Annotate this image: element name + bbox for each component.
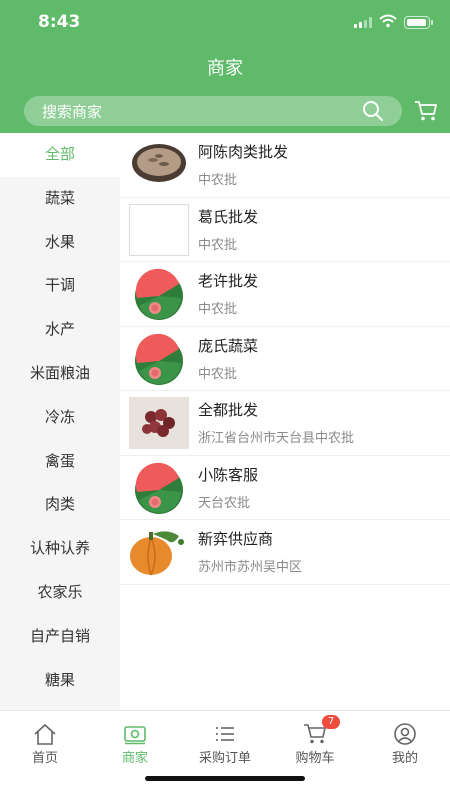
merchant-location: 中农批 (198, 366, 238, 382)
merchant-location: 中农批 (198, 302, 238, 317)
sidebar-item[interactable]: 水果 (0, 221, 120, 265)
merchant-thumbnail (129, 397, 189, 449)
signal-icon (354, 17, 372, 28)
cart-icon[interactable] (414, 100, 438, 122)
merchant-row[interactable]: 新弈供应商苏州市苏州吴中区 (120, 520, 450, 585)
merchant-location: 天台农批 (198, 495, 251, 511)
search-icon[interactable] (362, 100, 384, 122)
profile-icon (393, 723, 417, 745)
merchant-thumbnail (129, 526, 189, 578)
home-indicator (145, 776, 305, 781)
merchant-name: 老许批发 (198, 272, 259, 290)
merchant-row[interactable]: 小陈客服 天台农批 (120, 456, 450, 520)
sidebar-item[interactable]: 自产自销 (0, 615, 120, 659)
tab-list[interactable]: 采购订单 (180, 711, 270, 771)
tab-home[interactable]: 首页 (0, 711, 90, 771)
sidebar-item[interactable]: 米面粮油 (0, 352, 120, 396)
tab-label: 商家 (121, 751, 148, 766)
shop-icon (123, 723, 147, 745)
search-input[interactable]: 搜索商家 (24, 96, 402, 126)
merchant-name: 新弈供应商 (198, 530, 274, 548)
sidebar-item[interactable]: 农家乐 (0, 571, 120, 615)
tab-profile[interactable]: 我的 (360, 711, 450, 771)
category-sidebar: 全部 蔬菜 水果 干调 水产 米面粮油 冷冻 禽蛋 肉类 认种认养 农家乐 自产自销 糖果 (0, 133, 120, 710)
merchant-row[interactable]: 全都批发浙江省台州市天台县中农批 (120, 391, 450, 456)
merchant-thumbnail (129, 332, 189, 385)
merchant-thumbnail (129, 203, 189, 256)
merchant-location: 浙江省台州市天台县中农批 (198, 431, 355, 446)
tab-label: 购物车 (295, 751, 335, 766)
merchant-thumbnail (129, 268, 189, 320)
sidebar-item[interactable]: 干调 (0, 264, 120, 308)
sidebar-item[interactable]: 糖果 (0, 659, 120, 703)
page-title: 商家 (207, 58, 243, 79)
wifi-icon (379, 14, 397, 28)
bottom-tab-bar: 首页 商家 采购订单 购物车 7 我的 (0, 710, 450, 800)
sidebar-item[interactable]: 冷冻 (0, 396, 120, 440)
merchant-name: 葛氏批发 (198, 207, 259, 226)
sidebar-item[interactable]: 认种认养 (0, 527, 120, 571)
merchant-name: 庞氏蔬菜 (198, 336, 259, 355)
sidebar-item[interactable]: 全部 (0, 133, 120, 177)
merchant-location: 中农批 (198, 173, 238, 188)
status-bar: 8:43 (0, 0, 450, 44)
merchant-row[interactable]: 老许批发 中农批 (120, 262, 450, 327)
merchant-name: 小陈客服 (198, 465, 259, 484)
cart-count-badge: 7 (322, 715, 340, 729)
search-placeholder: 搜索商家 (42, 103, 103, 121)
battery-icon (404, 16, 433, 29)
status-time: 8:43 (38, 12, 81, 32)
tab-label: 采购订单 (198, 751, 251, 766)
sidebar-item[interactable]: 肉类 (0, 483, 120, 527)
tab-cart[interactable]: 购物车 7 (270, 711, 360, 771)
merchant-name: 全都批发 (198, 401, 259, 419)
tab-label: 我的 (391, 751, 418, 766)
sidebar-item[interactable]: 水产 (0, 308, 120, 352)
merchant-location: 苏州市苏州吴中区 (198, 560, 303, 575)
merchant-row[interactable]: 庞氏蔬菜 中农批 (120, 327, 450, 391)
sidebar-item[interactable]: 蔬菜 (0, 177, 120, 221)
merchant-thumbnail (129, 139, 189, 191)
header-bar: 8:43 商家 搜索商家 (0, 0, 450, 133)
merchant-row[interactable]: 葛氏批发 中农批 (120, 198, 450, 262)
tab-label: 首页 (31, 751, 58, 766)
list-icon (213, 723, 237, 745)
merchant-location: 中农批 (198, 237, 238, 253)
tab-shop[interactable]: 商家 (90, 711, 180, 771)
merchant-thumbnail (129, 461, 189, 514)
sidebar-item[interactable]: 禽蛋 (0, 440, 120, 484)
merchant-name: 阿陈肉类批发 (198, 143, 289, 161)
home-icon (33, 723, 57, 745)
merchant-row[interactable]: 阿陈肉类批发 中农批 (120, 133, 450, 198)
